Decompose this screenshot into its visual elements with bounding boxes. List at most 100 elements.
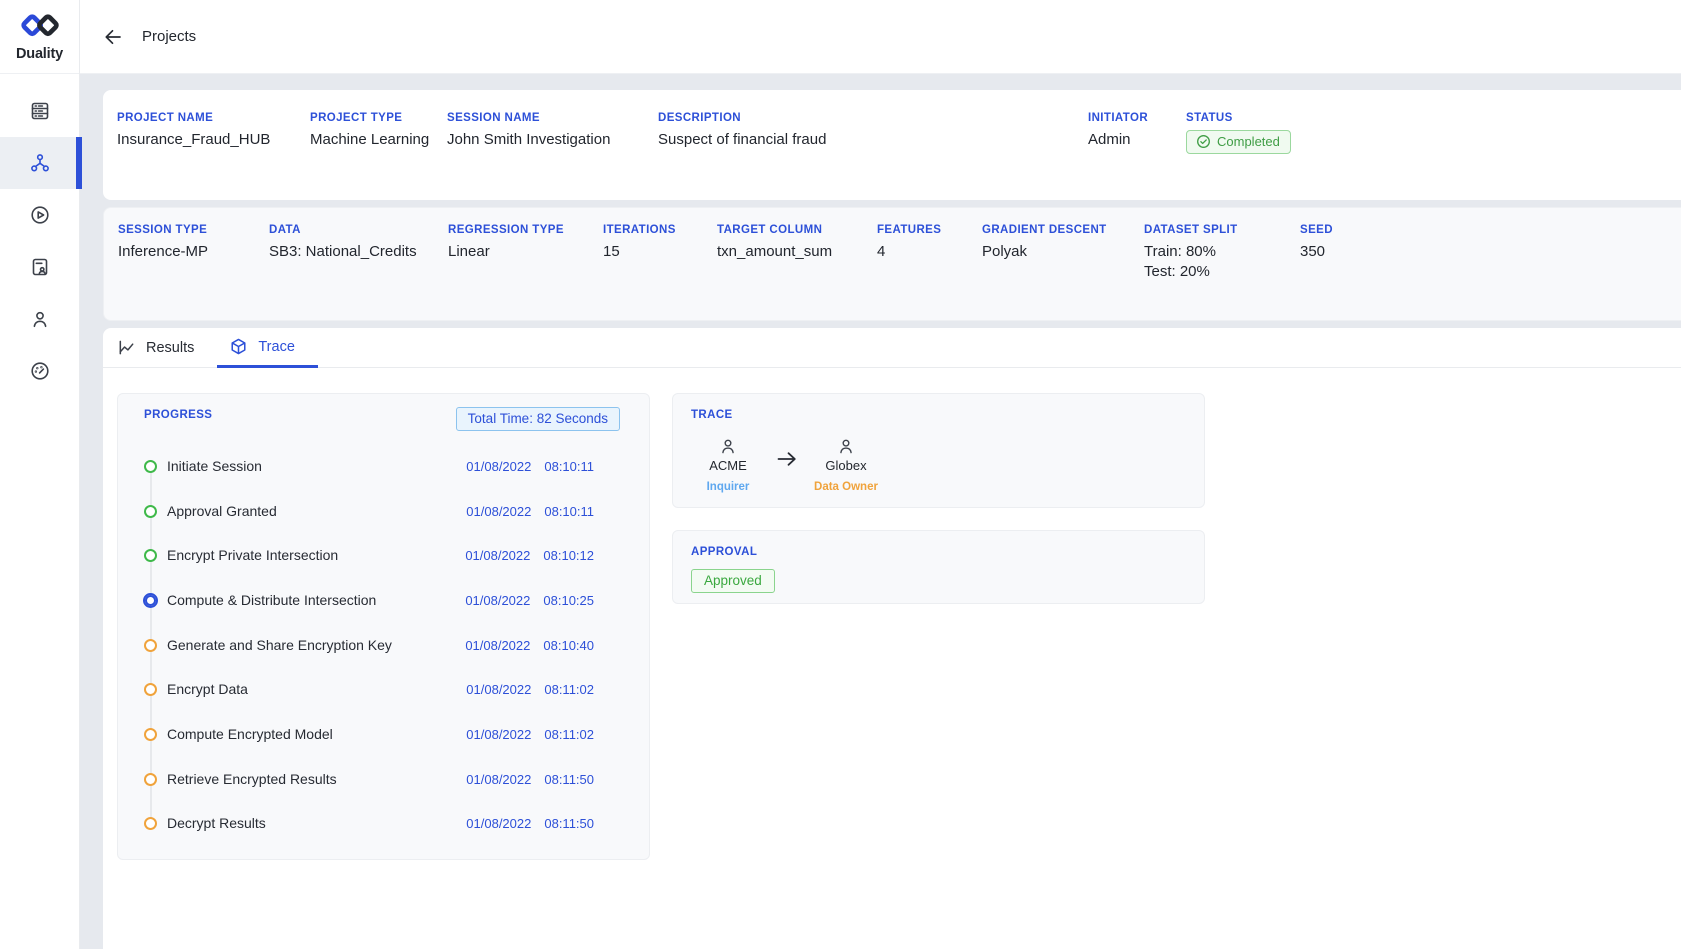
field-label: SEED [1300, 224, 1333, 236]
sidebar-item-datasets[interactable] [0, 85, 79, 137]
field-value: 15 [603, 243, 676, 260]
content-card: Results Trace PROGRESS Total Time: 82 Se… [103, 328, 1681, 949]
step-marker-done [144, 460, 157, 473]
step-row: Generate and Share Encryption Key 01/08/… [118, 635, 649, 655]
approval-title: APPROVAL [691, 546, 757, 558]
tab-results[interactable]: Results [105, 328, 217, 367]
step-date: 01/08/2022 [465, 593, 530, 608]
field-label: DATASET SPLIT [1144, 224, 1238, 236]
progress-panel: PROGRESS Total Time: 82 Seconds Initiate… [117, 393, 650, 860]
field-initiator: INITIATOR Admin [1088, 112, 1148, 148]
step-time: 08:10:12 [543, 548, 594, 563]
gauge-icon [29, 360, 51, 382]
step-time: 08:10:11 [544, 504, 594, 519]
step-date: 01/08/2022 [465, 548, 530, 563]
back-button[interactable] [100, 24, 126, 50]
field-value: John Smith Investigation [447, 131, 610, 148]
trace-title: TRACE [691, 409, 733, 421]
session-summary-card: SESSION TYPE Inference-MP DATA SB3: Nati… [103, 207, 1681, 321]
report-icon [29, 256, 51, 278]
field-label: FEATURES [877, 224, 941, 236]
field-value: Inference-MP [118, 243, 208, 260]
play-circle-icon [29, 204, 51, 226]
active-indicator [76, 137, 82, 189]
trace-entity-role: Data Owner [814, 481, 878, 493]
duality-logo-icon [18, 12, 62, 44]
field-label: DATA [269, 224, 417, 236]
step-date: 01/08/2022 [466, 772, 531, 787]
step-marker-done [144, 505, 157, 518]
step-row: Decrypt Results 01/08/202208:11:50 [118, 813, 649, 833]
sidebar: Duality [0, 0, 80, 949]
sidebar-item-reports[interactable] [0, 241, 79, 293]
field-status: STATUS Completed [1186, 112, 1291, 154]
tab-trace[interactable]: Trace [217, 328, 318, 368]
trace-entity-role: Inquirer [707, 481, 750, 493]
step-date: 01/08/2022 [466, 816, 531, 831]
step-row: Compute & Distribute Intersection 01/08/… [118, 590, 649, 610]
field-label: SESSION TYPE [118, 224, 208, 236]
step-label: Initiate Session [167, 458, 262, 474]
arrow-right-icon [775, 448, 799, 470]
step-time: 08:11:50 [544, 816, 594, 831]
step-marker-pending [144, 728, 157, 741]
field-label: SESSION NAME [447, 112, 610, 124]
field-regression-type: REGRESSION TYPE Linear [448, 224, 564, 260]
step-date: 01/08/2022 [465, 638, 530, 653]
step-row: Compute Encrypted Model 01/08/202208:11:… [118, 724, 649, 744]
step-row: Approval Granted 01/08/202208:10:11 [118, 501, 649, 521]
step-marker-current [143, 593, 158, 608]
step-time: 08:11:02 [544, 682, 594, 697]
back-arrow-icon [102, 26, 124, 48]
field-value: Admin [1088, 131, 1148, 148]
step-time: 08:10:25 [543, 593, 594, 608]
header-bar: Projects [80, 0, 1681, 74]
project-summary-card: PROJECT NAME Insurance_Fraud_HUB PROJECT… [103, 90, 1681, 200]
status-badge: Completed [1186, 130, 1291, 154]
field-target-column: TARGET COLUMN txn_amount_sum [717, 224, 832, 260]
step-date: 01/08/2022 [466, 682, 531, 697]
field-label: PROJECT TYPE [310, 112, 429, 124]
field-label: STATUS [1186, 112, 1291, 124]
step-label: Compute Encrypted Model [167, 726, 333, 742]
field-project-name: PROJECT NAME Insurance_Fraud_HUB [117, 112, 270, 148]
field-project-type: PROJECT TYPE Machine Learning [310, 112, 429, 148]
logo[interactable]: Duality [0, 0, 79, 74]
field-value: Train: 80% [1144, 243, 1238, 260]
step-date: 01/08/2022 [466, 459, 531, 474]
field-label: GRADIENT DESCENT [982, 224, 1107, 236]
field-value: Suspect of financial fraud [658, 131, 826, 148]
step-label: Compute & Distribute Intersection [167, 592, 376, 608]
sidebar-item-sessions[interactable] [0, 189, 79, 241]
sidebar-item-projects[interactable] [0, 137, 79, 189]
sidebar-item-users[interactable] [0, 293, 79, 345]
step-label: Retrieve Encrypted Results [167, 771, 337, 787]
field-label: INITIATOR [1088, 112, 1148, 124]
chart-line-icon [117, 338, 136, 357]
network-icon [29, 152, 51, 174]
field-label: ITERATIONS [603, 224, 676, 236]
step-row: Retrieve Encrypted Results 01/08/2022 08:… [118, 769, 649, 789]
tab-label: Trace [258, 339, 295, 355]
field-value: 4 [877, 243, 941, 260]
field-value-line2: Test: 20% [1144, 263, 1238, 280]
trace-entity-name: Globex [825, 458, 866, 473]
page-title: Projects [142, 28, 196, 45]
step-row: Encrypt Data 01/08/202208:11:02 [118, 679, 649, 699]
field-value: Linear [448, 243, 564, 260]
step-time: 08:11:50 [544, 772, 594, 787]
tabs-bar: Results Trace [103, 328, 1681, 368]
field-dataset-split: DATASET SPLIT Train: 80% Test: 20% [1144, 224, 1238, 280]
user-icon [836, 436, 856, 456]
tab-label: Results [146, 340, 194, 356]
brand-name: Duality [16, 46, 63, 62]
sidebar-item-dashboard[interactable] [0, 345, 79, 397]
step-marker-pending [144, 639, 157, 652]
step-row: Encrypt Private Intersection 01/08/20220… [118, 545, 649, 565]
trace-entities: ACME Inquirer Globex Data Owner [695, 436, 879, 493]
approval-badge: Approved [691, 569, 775, 593]
field-label: REGRESSION TYPE [448, 224, 564, 236]
field-label: PROJECT NAME [117, 112, 270, 124]
field-session-type: SESSION TYPE Inference-MP [118, 224, 208, 260]
step-time: 08:11:02 [544, 727, 594, 742]
